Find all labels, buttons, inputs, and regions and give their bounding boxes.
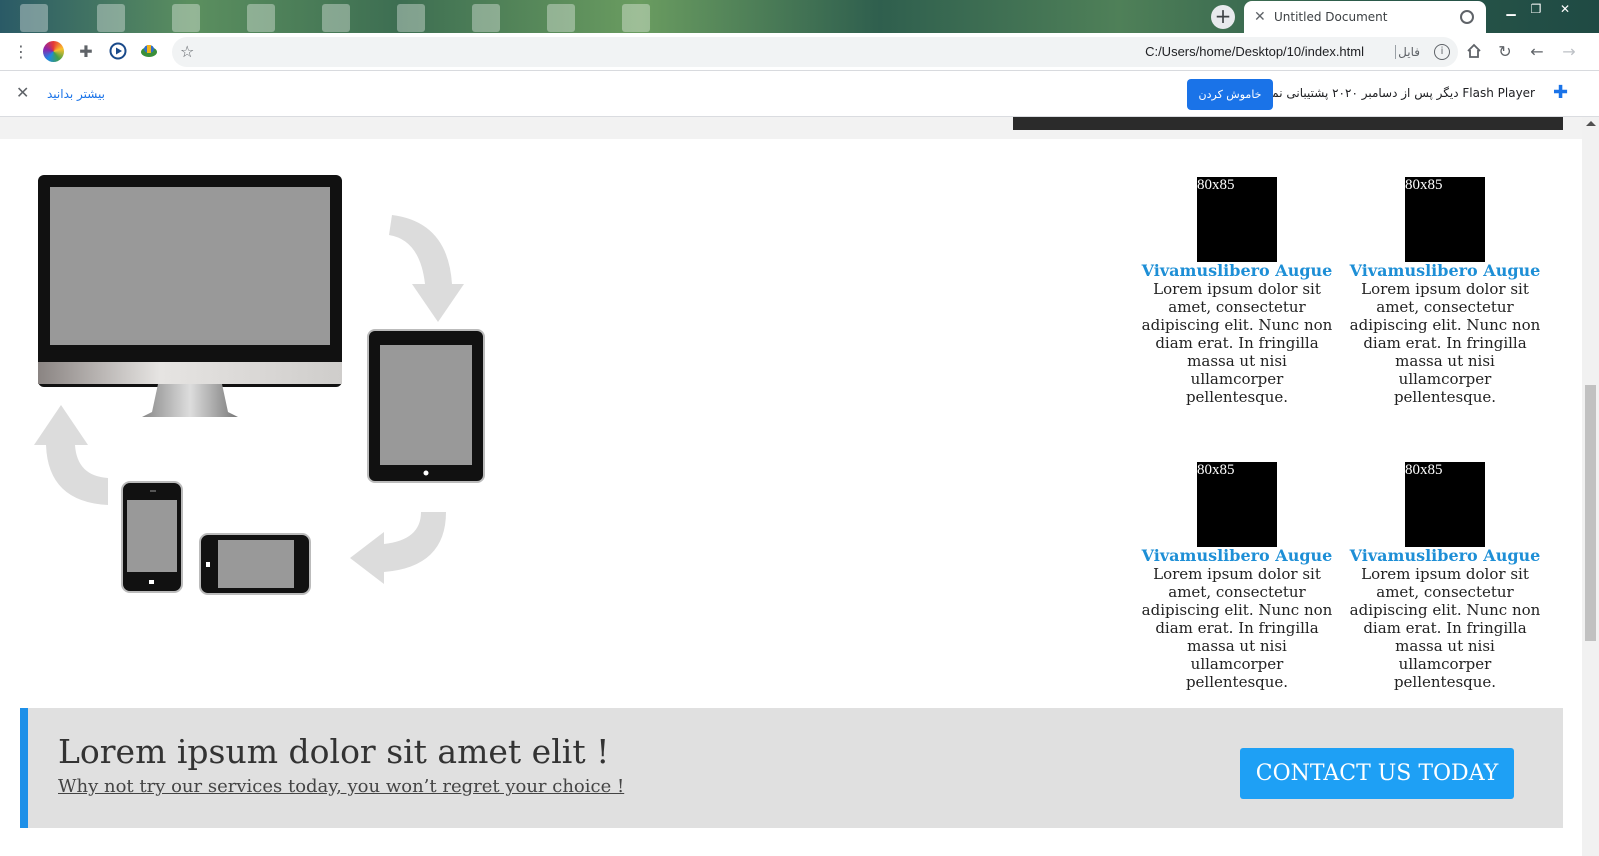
- reload-icon[interactable]: ↻: [1495, 42, 1515, 62]
- forward-icon[interactable]: →: [1559, 42, 1579, 62]
- desktop-icon: [397, 4, 425, 32]
- service-thumbnail: 80x85: [1197, 177, 1277, 262]
- thumbnail-size-label: 80x85: [1197, 462, 1235, 478]
- infobar-message: Flash Player دیگر پس از دسامبر ۲۰۲۰ پشتی…: [1236, 86, 1535, 100]
- service-description: Lorem ipsum dolor sit amet, consectetur …: [1141, 565, 1333, 691]
- service-thumbnail: 80x85: [1405, 462, 1485, 547]
- menu-icon[interactable]: ⋮: [11, 42, 31, 62]
- extension-color-icon[interactable]: [43, 41, 64, 62]
- globe-icon: [1460, 10, 1474, 24]
- service-item: 80x85 Vivamuslibero Augue Lorem ipsum do…: [1139, 177, 1335, 406]
- desktop-icon: [472, 4, 500, 32]
- scrollbar-thumb[interactable]: [1585, 385, 1596, 641]
- tab-active[interactable]: ✕ Untitled Document: [1244, 1, 1486, 33]
- scroll-up-arrow-icon[interactable]: [1586, 121, 1596, 126]
- divider: [1395, 45, 1396, 59]
- new-tab-button[interactable]: +: [1211, 5, 1235, 29]
- service-title[interactable]: Vivamuslibero Augue: [1139, 547, 1335, 565]
- home-icon[interactable]: [1464, 42, 1484, 62]
- tab-title: Untitled Document: [1274, 10, 1388, 24]
- url-text[interactable]: C:/Users/home/Desktop/10/index.html: [1145, 44, 1364, 60]
- dark-bar: [1013, 117, 1563, 130]
- service-thumbnail: 80x85: [1197, 462, 1277, 547]
- puzzle-icon: ✚: [1553, 82, 1569, 103]
- desktop-icon: [547, 4, 575, 32]
- thumbnail-size-label: 80x85: [1405, 462, 1443, 478]
- desktop-icon: [622, 4, 650, 32]
- service-description: Lorem ipsum dolor sit amet, consectetur …: [1349, 280, 1541, 406]
- service-description: Lorem ipsum dolor sit amet, consectetur …: [1141, 280, 1333, 406]
- close-icon[interactable]: ✕: [16, 83, 29, 103]
- desktop-icon: [97, 4, 125, 32]
- browser-toolbar: ⋮ ✚ ☆ C:/Users/home/Desktop/10/index.htm…: [0, 33, 1599, 71]
- service-title[interactable]: Vivamuslibero Augue: [1139, 262, 1335, 280]
- minimize-button[interactable]: ▁: [1500, 2, 1522, 18]
- scheme-label: فایل: [1398, 45, 1420, 59]
- address-bar[interactable]: ☆ C:/Users/home/Desktop/10/index.html فا…: [172, 37, 1458, 67]
- desktop-icon: [172, 4, 200, 32]
- service-description: Lorem ipsum dolor sit amet, consectetur …: [1349, 565, 1541, 691]
- cta-subheading-link[interactable]: Why not try our services today, you won’…: [58, 776, 624, 798]
- restore-button[interactable]: ❐: [1525, 2, 1547, 18]
- idm-icon[interactable]: [139, 42, 159, 62]
- learn-more-link[interactable]: بیشتر بدانید: [47, 86, 105, 102]
- thumbnail-size-label: 80x85: [1197, 177, 1235, 193]
- service-title[interactable]: Vivamuslibero Augue: [1347, 262, 1543, 280]
- window-close-button[interactable]: ✕: [1554, 2, 1576, 18]
- responsive-devices-illustration: [34, 175, 485, 595]
- page-scrollbar[interactable]: [1582, 117, 1599, 856]
- service-item: 80x85 Vivamuslibero Augue Lorem ipsum do…: [1347, 462, 1543, 691]
- play-icon[interactable]: [108, 42, 128, 62]
- puzzle-icon[interactable]: ✚: [76, 42, 96, 62]
- service-title[interactable]: Vivamuslibero Augue: [1347, 547, 1543, 565]
- back-icon[interactable]: ←: [1527, 42, 1547, 62]
- call-to-action-banner: Lorem ipsum dolor sit amet elit ! Why no…: [20, 708, 1563, 828]
- turn-off-button[interactable]: خاموش کردن: [1187, 79, 1273, 110]
- tab-close-icon[interactable]: ✕: [1254, 9, 1266, 25]
- contact-us-button[interactable]: CONTACT US TODAY: [1240, 748, 1514, 799]
- desktop-icon: [322, 4, 350, 32]
- thumbnail-size-label: 80x85: [1405, 177, 1443, 193]
- service-thumbnail: 80x85: [1405, 177, 1485, 262]
- info-icon[interactable]: i: [1434, 44, 1450, 60]
- desktop-icon: [247, 4, 275, 32]
- star-icon[interactable]: ☆: [180, 42, 194, 62]
- desktop-icon: [20, 4, 48, 32]
- tab-strip: + ✕ Untitled Document ▁ ❐ ✕: [0, 0, 1599, 33]
- service-item: 80x85 Vivamuslibero Augue Lorem ipsum do…: [1347, 177, 1543, 406]
- service-item: 80x85 Vivamuslibero Augue Lorem ipsum do…: [1139, 462, 1335, 691]
- flash-infobar: ✚ Flash Player دیگر پس از دسامبر ۲۰۲۰ پش…: [0, 71, 1599, 117]
- cta-heading: Lorem ipsum dolor sit amet elit !: [58, 732, 610, 771]
- page-viewport: 80x85 Vivamuslibero Augue Lorem ipsum do…: [0, 117, 1582, 856]
